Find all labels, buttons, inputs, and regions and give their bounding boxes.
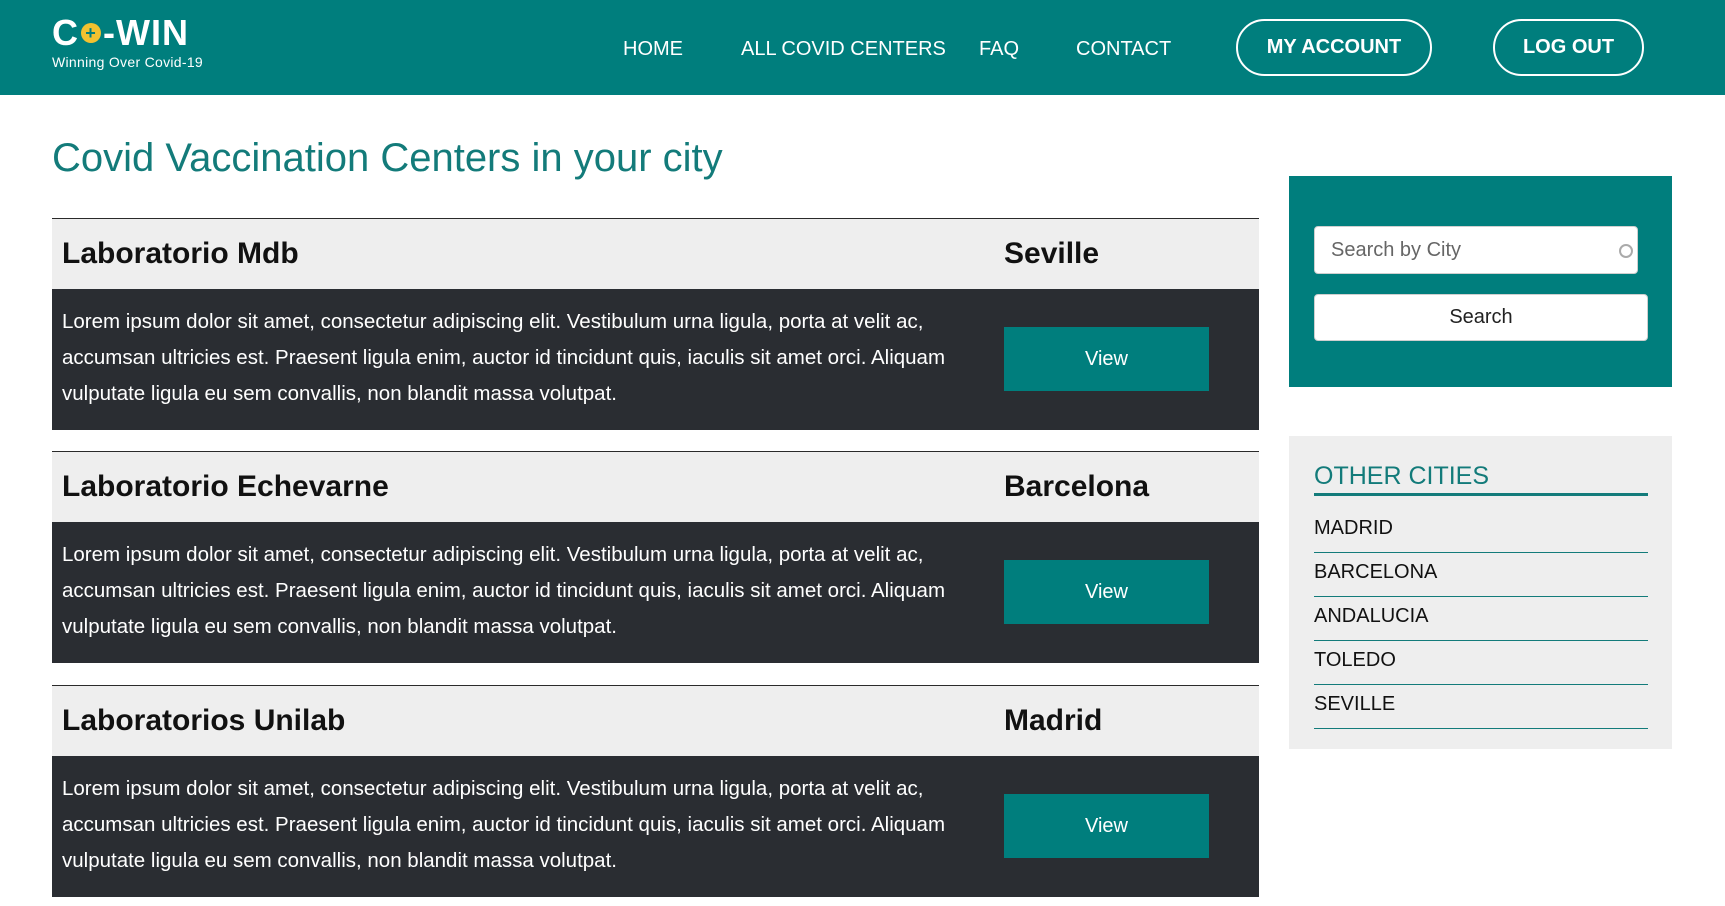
center-city: Madrid — [1004, 704, 1103, 737]
view-button[interactable]: View — [1004, 327, 1209, 391]
logo-prefix: C — [52, 12, 79, 53]
logo-tagline: Winning Over Covid-19 — [52, 54, 204, 70]
city-link[interactable]: SEVILLE — [1314, 685, 1648, 729]
clear-circle-icon[interactable] — [1619, 244, 1633, 258]
nav-contact[interactable]: CONTACT — [1076, 38, 1171, 61]
center-card-body: Lorem ipsum dolor sit amet, consectetur … — [52, 522, 1259, 663]
view-button[interactable]: View — [1004, 560, 1209, 624]
view-button[interactable]: View — [1004, 794, 1209, 858]
other-cities-list: MADRID BARCELONA ANDALUCIA TOLEDO SEVILL… — [1314, 509, 1648, 729]
center-card-header: Laboratorio Echevarne Barcelona — [52, 451, 1259, 522]
page-title: Covid Vaccination Centers in your city — [52, 136, 723, 180]
nav-faq[interactable]: FAQ — [979, 38, 1019, 61]
center-name: Laboratorios Unilab — [62, 704, 346, 737]
center-card-body: Lorem ipsum dolor sit amet, consectetur … — [52, 756, 1259, 897]
city-link[interactable]: TOLEDO — [1314, 641, 1648, 685]
center-description: Lorem ipsum dolor sit amet, consectetur … — [62, 310, 946, 405]
search-panel: Search — [1289, 176, 1672, 387]
nav-all-covid-centers[interactable]: ALL COVID CENTERS — [741, 38, 946, 61]
center-card: Laboratorio Echevarne Barcelona Lorem ip… — [52, 451, 1259, 663]
center-description: Lorem ipsum dolor sit amet, consectetur … — [62, 777, 946, 872]
logo-wordmark: C + -WIN — [52, 14, 203, 52]
center-card: Laboratorio Mdb Seville Lorem ipsum dolo… — [52, 218, 1259, 430]
nav-home[interactable]: HOME — [623, 38, 683, 61]
center-city: Seville — [1004, 237, 1100, 270]
site-header: C + -WIN Winning Over Covid-19 HOME ALL CO… — [0, 0, 1725, 95]
other-cities-panel: OTHER CITIES MADRID BARCELONA ANDALUCIA … — [1289, 436, 1672, 749]
city-link[interactable]: BARCELONA — [1314, 553, 1648, 597]
search-field — [1314, 226, 1638, 274]
city-link[interactable]: ANDALUCIA — [1314, 597, 1648, 641]
search-input[interactable] — [1315, 227, 1637, 273]
plus-circle-icon: + — [81, 23, 101, 43]
logo-suffix: -WIN — [103, 12, 189, 53]
brand-logo[interactable]: C + -WIN Winning Over Covid-19 — [52, 14, 204, 71]
center-card-header: Laboratorio Mdb Seville — [52, 218, 1259, 289]
center-name: Laboratorio Echevarne — [62, 470, 389, 503]
log-out-button[interactable]: LOG OUT — [1493, 19, 1644, 76]
center-card: Laboratorios Unilab Madrid Lorem ipsum d… — [52, 685, 1259, 897]
center-card-header: Laboratorios Unilab Madrid — [52, 685, 1259, 756]
center-name: Laboratorio Mdb — [62, 237, 299, 270]
other-cities-title: OTHER CITIES — [1314, 462, 1648, 496]
center-card-body: Lorem ipsum dolor sit amet, consectetur … — [52, 289, 1259, 430]
search-button[interactable]: Search — [1314, 294, 1648, 341]
center-description: Lorem ipsum dolor sit amet, consectetur … — [62, 543, 946, 638]
city-link[interactable]: MADRID — [1314, 509, 1648, 553]
my-account-button[interactable]: MY ACCOUNT — [1236, 19, 1432, 76]
center-city: Barcelona — [1004, 470, 1150, 503]
